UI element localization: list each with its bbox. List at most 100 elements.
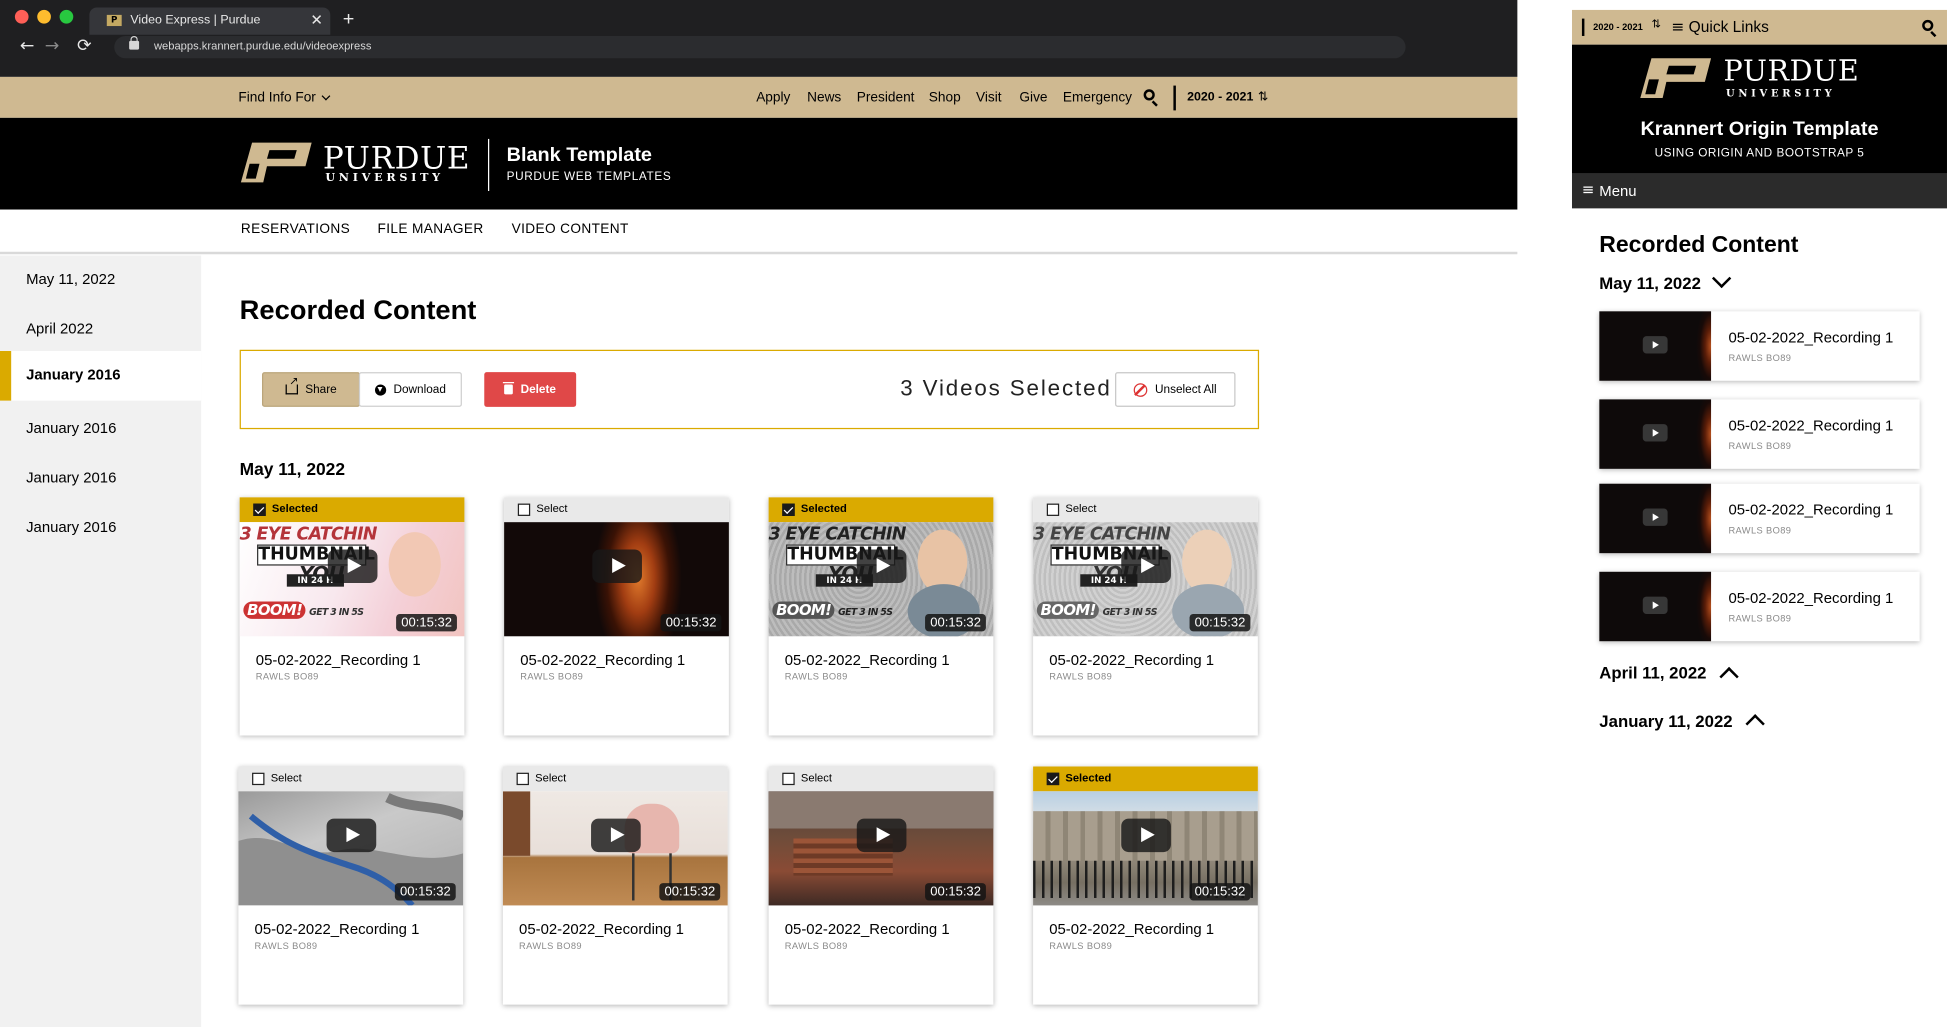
video-title[interactable]: 05-02-2022_Recording 1 bbox=[1728, 329, 1893, 346]
video-thumbnail[interactable]: 00:15:32 bbox=[502, 791, 728, 906]
purdue-p-logo-icon[interactable] bbox=[240, 141, 315, 183]
search-icon[interactable] bbox=[1922, 19, 1934, 32]
accordion-header-january-2022[interactable]: January 11, 2022 bbox=[1599, 712, 1732, 731]
video-title[interactable]: 05-02-2022_Recording 1 bbox=[255, 920, 420, 937]
video-thumbnail[interactable] bbox=[1599, 571, 1712, 642]
card-select-bar[interactable]: Select bbox=[238, 766, 464, 792]
close-window-button[interactable] bbox=[14, 9, 29, 24]
video-title[interactable]: 05-02-2022_Recording 1 bbox=[1049, 651, 1214, 668]
link-president[interactable]: President bbox=[857, 91, 915, 106]
video-card[interactable]: Select 3 EYE CATCHIN THUMBNAIL YOU IN 24… bbox=[1033, 497, 1258, 736]
delete-button[interactable]: Delete bbox=[484, 372, 577, 407]
accordion-header-may-2022[interactable]: May 11, 2022 bbox=[1599, 274, 1701, 293]
link-apply[interactable]: Apply bbox=[756, 91, 790, 106]
video-title[interactable]: 05-02-2022_Recording 1 bbox=[520, 651, 685, 668]
accordion-header-april-2022[interactable]: April 11, 2022 bbox=[1599, 664, 1706, 683]
play-icon[interactable] bbox=[1642, 336, 1668, 354]
reload-icon[interactable]: ⟳ bbox=[77, 36, 92, 56]
video-title[interactable]: 05-02-2022_Recording 1 bbox=[785, 651, 950, 668]
video-title[interactable]: 05-02-2022_Recording 1 bbox=[785, 920, 950, 937]
card-select-bar[interactable]: Select bbox=[504, 497, 729, 523]
video-card[interactable]: Select 00:15:32 05-02-2022_Recording 1 R… bbox=[768, 766, 994, 1005]
video-thumbnail[interactable]: 3 EYE CATCHIN THUMBNAIL YOU IN 24 H BOOM… bbox=[768, 522, 994, 637]
quick-links-button[interactable]: ≡ Quick Links bbox=[1671, 17, 1769, 36]
card-select-bar[interactable]: Selected bbox=[1033, 766, 1258, 792]
play-icon[interactable] bbox=[327, 549, 378, 583]
chevron-up-icon[interactable] bbox=[1745, 714, 1765, 734]
video-card[interactable]: Selected 3 EYE CATCHIN THUMBNAIL YOU IN … bbox=[239, 497, 465, 736]
mobile-year-select[interactable]: 2020 - 2021 bbox=[1593, 21, 1643, 32]
play-icon[interactable] bbox=[1121, 818, 1171, 853]
search-icon[interactable] bbox=[1143, 89, 1155, 101]
link-emergency[interactable]: Emergency bbox=[1063, 91, 1132, 106]
select-checkbox[interactable] bbox=[253, 503, 266, 516]
card-select-bar[interactable]: Selected bbox=[768, 497, 994, 523]
play-icon[interactable] bbox=[326, 818, 377, 853]
select-checkbox[interactable] bbox=[517, 503, 531, 516]
video-thumbnail[interactable]: 00:15:32 bbox=[768, 791, 994, 906]
video-thumbnail[interactable]: 00:15:32 bbox=[504, 522, 729, 637]
play-icon[interactable] bbox=[1642, 596, 1668, 614]
video-thumbnail[interactable] bbox=[1599, 483, 1712, 554]
video-card[interactable]: Select 00:15:32 05-02-2022_Recording 1 R… bbox=[502, 766, 728, 1005]
zoom-window-button[interactable] bbox=[59, 9, 74, 24]
chevron-down-icon[interactable] bbox=[1711, 268, 1732, 289]
video-thumbnail[interactable]: 00:15:32 bbox=[238, 791, 464, 906]
sidebar-item-january-2016[interactable]: January 2016 bbox=[0, 454, 201, 504]
select-checkbox[interactable] bbox=[516, 772, 529, 786]
address-bar[interactable]: webapps.krannert.purdue.edu/videoexpress bbox=[114, 35, 1406, 59]
find-info-dropdown[interactable]: Find Info For bbox=[238, 91, 331, 105]
mobile-video-card[interactable]: 05-02-2022_Recording 1 RAWLS BO89 bbox=[1599, 311, 1920, 381]
play-icon[interactable] bbox=[856, 818, 907, 853]
sidebar-item-january-2016-active[interactable]: January 2016 bbox=[0, 351, 202, 401]
nav-reservations[interactable]: RESERVATIONS bbox=[241, 222, 350, 237]
mobile-video-card[interactable]: 05-02-2022_Recording 1 RAWLS BO89 bbox=[1599, 483, 1920, 554]
link-news[interactable]: News bbox=[807, 91, 841, 106]
play-icon[interactable] bbox=[592, 549, 642, 583]
sidebar-item-may-2022[interactable]: May 11, 2022 bbox=[0, 256, 201, 306]
video-card[interactable]: Select 00:15:32 05-02-2022_Recording 1 R… bbox=[504, 497, 729, 736]
play-icon[interactable] bbox=[591, 818, 641, 853]
sidebar-item-january-2016[interactable]: January 2016 bbox=[0, 504, 201, 554]
card-select-bar[interactable]: Select bbox=[502, 766, 728, 792]
select-checkbox[interactable] bbox=[782, 772, 795, 786]
video-title[interactable]: 05-02-2022_Recording 1 bbox=[519, 920, 684, 937]
card-select-bar[interactable]: Selected bbox=[239, 497, 465, 523]
video-thumbnail[interactable] bbox=[1599, 311, 1712, 381]
sort-arrows-icon[interactable]: ⇅ bbox=[1258, 91, 1268, 105]
sidebar-item-january-2016[interactable]: January 2016 bbox=[0, 404, 201, 454]
link-give[interactable]: Give bbox=[1019, 91, 1047, 106]
card-select-bar[interactable]: Select bbox=[768, 766, 994, 792]
new-tab-button[interactable]: + bbox=[343, 7, 355, 32]
video-title[interactable]: 05-02-2022_Recording 1 bbox=[1728, 417, 1893, 434]
minimize-window-button[interactable] bbox=[37, 9, 51, 24]
play-icon[interactable] bbox=[1121, 549, 1171, 583]
video-thumbnail[interactable] bbox=[1599, 399, 1712, 469]
sidebar-item-april-2022[interactable]: April 2022 bbox=[0, 305, 201, 355]
share-button[interactable]: Share bbox=[261, 372, 361, 407]
mobile-video-card[interactable]: 05-02-2022_Recording 1 RAWLS BO89 bbox=[1599, 571, 1920, 642]
card-select-bar[interactable]: Select bbox=[1033, 497, 1258, 523]
video-thumbnail[interactable]: 3 EYE CATCHIN THUMBNAIL YOU IN 24 H BOOM… bbox=[1033, 522, 1258, 637]
sort-arrows-icon[interactable]: ⇅ bbox=[1651, 19, 1660, 31]
mobile-menu-button[interactable]: ≡ Menu bbox=[1571, 173, 1947, 209]
select-checkbox[interactable] bbox=[1046, 772, 1060, 786]
video-card[interactable]: Selected 3 EYE CATCHIN THUMBNAIL YOU IN … bbox=[768, 497, 994, 736]
tab-close-icon[interactable]: ✕ bbox=[310, 11, 322, 28]
download-button[interactable]: Download bbox=[358, 372, 462, 407]
purdue-p-logo-icon[interactable] bbox=[1639, 57, 1714, 99]
forward-arrow-icon[interactable]: → bbox=[45, 36, 60, 56]
link-visit[interactable]: Visit bbox=[976, 91, 1002, 106]
unselect-all-button[interactable]: Unselect All bbox=[1115, 372, 1236, 407]
chevron-up-icon[interactable] bbox=[1719, 666, 1739, 687]
play-icon[interactable] bbox=[856, 549, 907, 583]
select-checkbox[interactable] bbox=[252, 772, 265, 786]
video-thumbnail[interactable]: 3 EYE CATCHIN THUMBNAIL YOU IN 24 H BOOM… bbox=[239, 522, 465, 637]
link-shop[interactable]: Shop bbox=[929, 91, 961, 106]
browser-tab[interactable]: P Video Express | Purdue ✕ bbox=[89, 7, 331, 35]
nav-video-content[interactable]: VIDEO CONTENT bbox=[512, 222, 629, 237]
year-select[interactable]: 2020 - 2021 bbox=[1187, 91, 1253, 105]
video-title[interactable]: 05-02-2022_Recording 1 bbox=[1728, 501, 1893, 518]
back-arrow-icon[interactable]: ← bbox=[20, 36, 35, 56]
video-card[interactable]: Selected 00:15:32 05-02-2022_Recording 1… bbox=[1033, 766, 1258, 1005]
